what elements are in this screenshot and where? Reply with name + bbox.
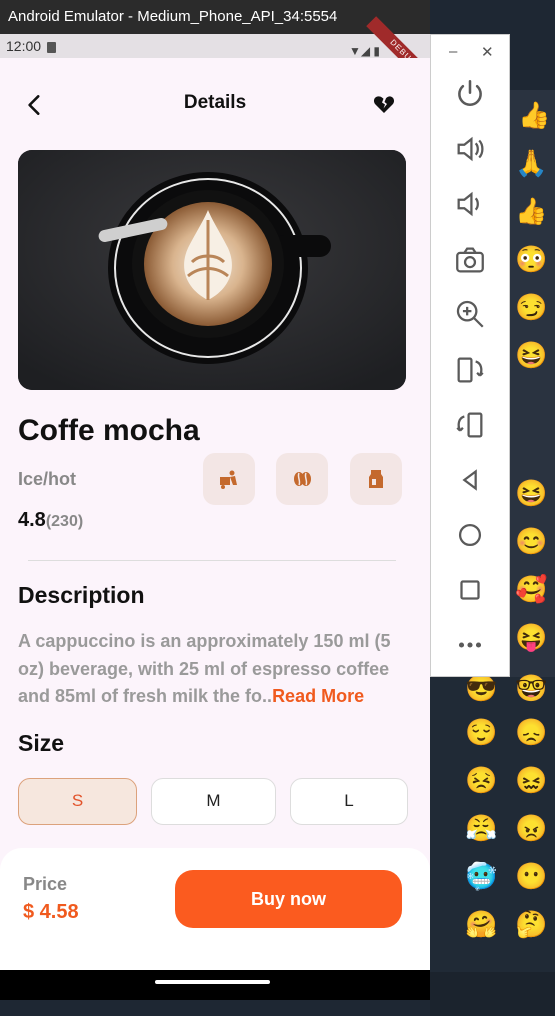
zoom-icon[interactable] (453, 297, 487, 331)
checkout-bar: Price $ 4.58 Buy now (0, 848, 430, 970)
steam-emoji[interactable]: 😤 (465, 813, 497, 843)
home-handle[interactable] (155, 980, 270, 984)
size-heading: Size (18, 730, 65, 756)
volume-up-icon[interactable] (453, 132, 487, 166)
size-option-s[interactable]: S (18, 778, 137, 825)
sim-icon (47, 41, 57, 53)
pray-emoji[interactable]: 🙏 (515, 148, 547, 178)
price-label: Price (23, 874, 68, 894)
page-title: Details (183, 92, 247, 113)
minimize-icon[interactable]: – (449, 43, 457, 60)
more-icon[interactable] (453, 628, 487, 662)
rating: 4.8(230) (18, 509, 83, 532)
laughing-emoji[interactable]: 😆 (515, 340, 547, 370)
camera-icon[interactable] (453, 243, 487, 277)
emoji-strip: 👍 🙏 👍 😳 😏 😆 😆 😊 🥰 😝 (510, 90, 555, 690)
power-icon[interactable] (453, 77, 487, 111)
home-circle-icon[interactable] (453, 518, 487, 552)
relieved-emoji[interactable]: 😌 (465, 717, 497, 747)
back-triangle-icon[interactable] (453, 463, 487, 497)
description-text: A cappuccino is an approximately 150 ml … (18, 628, 408, 711)
gesture-nav-bar (0, 970, 430, 1000)
emulator-window: Android Emulator - Medium_Phone_API_34:5… (0, 0, 440, 1000)
hearts-emoji[interactable]: 🥰 (515, 574, 547, 604)
read-more-link[interactable]: Read More (272, 686, 364, 706)
coffee-bean-icon (276, 453, 328, 505)
sunglasses-emoji[interactable]: 😎 (465, 673, 497, 703)
rotate-right-icon[interactable] (453, 408, 487, 442)
buy-now-button[interactable]: Buy now (175, 870, 402, 928)
broken-heart-icon[interactable] (372, 92, 396, 116)
product-name: Coffe mocha (18, 414, 200, 447)
price-value: $ 4.58 (23, 901, 79, 923)
flushed-emoji[interactable]: 😳 (515, 244, 547, 274)
fog-emoji[interactable]: 😶 (515, 861, 547, 891)
size-option-m[interactable]: M (151, 778, 276, 825)
divider (28, 560, 396, 561)
angry-emoji[interactable]: 😠 (515, 813, 547, 843)
rotate-left-icon[interactable] (453, 353, 487, 387)
persevere-emoji[interactable]: 😣 (465, 765, 497, 795)
product-image (18, 150, 406, 390)
hug-emoji[interactable]: 🤗 (465, 909, 497, 939)
emoji-category-bar (430, 972, 555, 1016)
nerd-emoji[interactable]: 🤓 (515, 673, 547, 703)
volume-down-icon[interactable] (453, 187, 487, 221)
smile-emoji[interactable]: 😊 (515, 526, 547, 556)
rating-value: 4.8 (18, 509, 46, 531)
window-title: Android Emulator - Medium_Phone_API_34:5… (0, 0, 430, 34)
disappointed-emoji[interactable]: 😞 (515, 717, 547, 747)
size-option-l[interactable]: L (290, 778, 408, 825)
emulator-toolbar: – ✕ (430, 34, 510, 677)
delivery-icon (203, 453, 255, 505)
milk-icon (350, 453, 402, 505)
description-heading: Description (18, 582, 145, 608)
cold-emoji[interactable]: 🥶 (465, 861, 497, 891)
product-subtitle: Ice/hot (18, 469, 77, 489)
close-icon[interactable]: ✕ (481, 43, 494, 61)
tongue-emoji[interactable]: 😝 (515, 622, 547, 652)
grin-emoji[interactable]: 😆 (515, 478, 547, 508)
details-screen: Details Coffe mocha Ice/hot 4.8(230) Des… (0, 58, 430, 970)
status-bar: 12:00 ▼◢ ▮ (0, 34, 430, 58)
confounded-emoji[interactable]: 😖 (515, 765, 547, 795)
thinking-emoji[interactable]: 🤔 (515, 909, 547, 939)
smirk-emoji[interactable]: 😏 (515, 292, 547, 322)
thumbs-up-outline-icon[interactable]: 👍 (518, 100, 550, 130)
overview-square-icon[interactable] (453, 573, 487, 607)
desktop: 👍 🙏 👍 😳 😏 😆 😆 😊 🥰 😝 😎 🤓 😌 😞 😣 😖 😤 😠 🥶 😶 … (0, 0, 555, 1016)
emoji-grid: 😎 🤓 😌 😞 😣 😖 😤 😠 🥶 😶 🤗 🤔 (430, 673, 555, 1016)
review-count: (230) (45, 513, 84, 530)
status-time: 12:00 (6, 38, 42, 54)
thumbs-up-emoji[interactable]: 👍 (515, 196, 547, 226)
